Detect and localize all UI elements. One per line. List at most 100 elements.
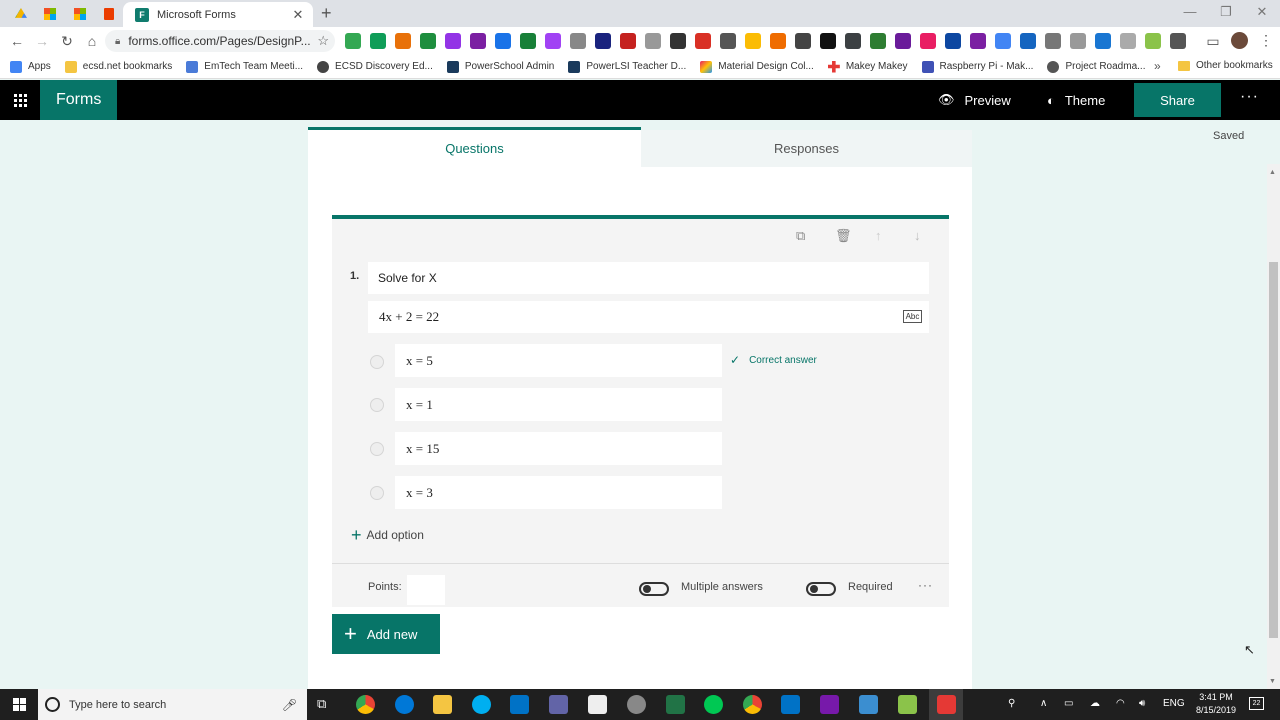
copy-icon[interactable]: ⧉ [796,228,805,244]
system-clock[interactable]: 3:41 PM 8/15/2019 [1196,691,1236,717]
extension-icon[interactable] [545,33,561,49]
outlook-taskbar-icon-2[interactable] [781,695,800,714]
bookmark-link[interactable]: PowerSchool Admin [446,60,554,73]
teams-taskbar-icon[interactable] [549,695,568,714]
extension-icon[interactable] [495,33,511,49]
delete-icon[interactable]: 🗑︎ [835,228,852,244]
bookmark-link[interactable]: Project Roadma... [1047,60,1145,73]
cast-icon[interactable]: ▭ [1204,32,1222,50]
onenote-taskbar-icon[interactable] [820,695,839,714]
question-title-input[interactable]: Solve for X [368,262,929,294]
extension-icon[interactable] [895,33,911,49]
extension-icon[interactable] [770,33,786,49]
close-tab-icon[interactable]: ✕ [291,7,305,23]
screencast-taskbar-icon[interactable] [937,695,956,714]
extension-icon[interactable] [1170,33,1186,49]
other-bookmarks[interactable]: Other bookmarks [1178,60,1273,71]
theme-button[interactable]: ◐ Theme [1047,80,1105,120]
tab-microsoft-forms[interactable]: F Microsoft Forms ✕ [123,2,313,27]
extension-icon[interactable] [1120,33,1136,49]
extension-icon[interactable] [820,33,836,49]
battery-icon[interactable]: ▭ [1064,698,1073,709]
question-more-icon[interactable]: ··· [918,578,933,592]
edge-taskbar-icon[interactable] [395,695,414,714]
bookmark-link[interactable]: PowerLSI Teacher D... [568,60,686,73]
correct-answer-marker[interactable]: ✓ Correct answer [730,353,817,367]
task-view-icon[interactable]: ⧉ [317,696,326,712]
close-window-icon[interactable]: ✕ [1252,4,1272,20]
tab-responses[interactable]: Responses [641,130,972,167]
taskbar-search[interactable]: Type here to search 🎤︎ [38,689,307,720]
extension-icon[interactable] [720,33,736,49]
bookmark-link[interactable]: Material Design Col... [700,60,814,73]
add-option-button[interactable]: + Add option [351,526,424,544]
scroll-down-icon[interactable]: ▼ [1269,678,1276,685]
extension-icon[interactable] [595,33,611,49]
extension-icon[interactable] [470,33,486,49]
start-button[interactable] [0,689,38,720]
excel-taskbar-icon[interactable] [666,695,685,714]
minimize-icon[interactable]: — [1180,4,1200,19]
extension-icon[interactable] [1145,33,1161,49]
home-icon[interactable]: ⌂ [83,32,101,50]
address-bar[interactable]: 🔒︎ forms.office.com/Pages/DesignP... ☆ [105,30,335,52]
bookmark-link[interactable]: ECSD Discovery Ed... [317,60,433,73]
option-input[interactable]: x = 3 [395,476,722,509]
scrollbar-thumb[interactable] [1269,262,1278,638]
option-radio[interactable] [370,398,384,412]
scroll-up-icon[interactable]: ▲ [1269,169,1276,176]
preview-button[interactable]: 👁︎ Preview [938,80,1011,120]
bookmark-link[interactable]: Raspberry Pi - Mak... [921,60,1033,73]
chrome-menu-icon[interactable]: ⋮ [1259,32,1273,49]
extension-icon[interactable] [345,33,361,49]
app-launcher-icon[interactable] [0,80,40,120]
bookmark-folder[interactable]: ecsd.net bookmarks [64,60,172,73]
camtasia-taskbar-icon[interactable] [898,695,917,714]
extension-icon[interactable] [995,33,1011,49]
extension-icon[interactable] [370,33,386,49]
extension-icon[interactable] [420,33,436,49]
extension-icon[interactable] [670,33,686,49]
extension-icon[interactable] [970,33,986,49]
extension-icon[interactable] [395,33,411,49]
multiple-answers-toggle[interactable] [639,582,669,596]
points-input[interactable] [407,575,445,605]
extension-icon[interactable] [1070,33,1086,49]
extension-icon[interactable] [845,33,861,49]
extension-icon[interactable] [920,33,936,49]
new-tab-button[interactable]: + [321,3,332,24]
pinned-tab-office-2[interactable] [65,0,95,27]
option-input[interactable]: x = 15 [395,432,722,465]
extension-icon[interactable] [570,33,586,49]
tab-questions[interactable]: Questions [308,127,641,167]
pinned-tab-drive[interactable] [6,0,36,27]
extension-icon[interactable] [945,33,961,49]
wifi-icon[interactable]: ◠ [1116,698,1125,709]
option-radio[interactable] [370,442,384,456]
onedrive-icon[interactable]: ☁ [1090,698,1100,709]
volume-icon[interactable]: 🔊︎ [1139,698,1145,709]
move-up-icon[interactable]: ↑ [875,228,882,243]
math-input-icon[interactable]: Abc [903,310,922,323]
snagit-taskbar-icon[interactable] [859,695,878,714]
option-input[interactable]: x = 5 [395,344,722,377]
extension-icon[interactable] [795,33,811,49]
extension-icon[interactable] [445,33,461,49]
required-toggle[interactable] [806,582,836,596]
bookmark-link[interactable]: Makey Makey [827,60,908,73]
reload-icon[interactable]: ↻ [58,32,76,50]
option-radio[interactable] [370,486,384,500]
chrome-taskbar-icon[interactable] [356,695,375,714]
option-radio[interactable] [370,355,384,369]
extension-icon[interactable] [870,33,886,49]
extension-icon[interactable] [645,33,661,49]
app-taskbar-icon[interactable] [627,695,646,714]
extension-icon[interactable] [695,33,711,49]
extension-icon[interactable] [1045,33,1061,49]
chrome-taskbar-icon-2[interactable] [743,695,762,714]
pinned-tab-office-app[interactable] [94,0,124,27]
add-new-button[interactable]: + Add new [332,614,440,654]
forms-brand[interactable]: Forms [40,80,117,120]
bookmark-link[interactable]: EmTech Team Meeti... [186,60,303,73]
notification-center-icon[interactable]: 22 [1249,697,1264,710]
